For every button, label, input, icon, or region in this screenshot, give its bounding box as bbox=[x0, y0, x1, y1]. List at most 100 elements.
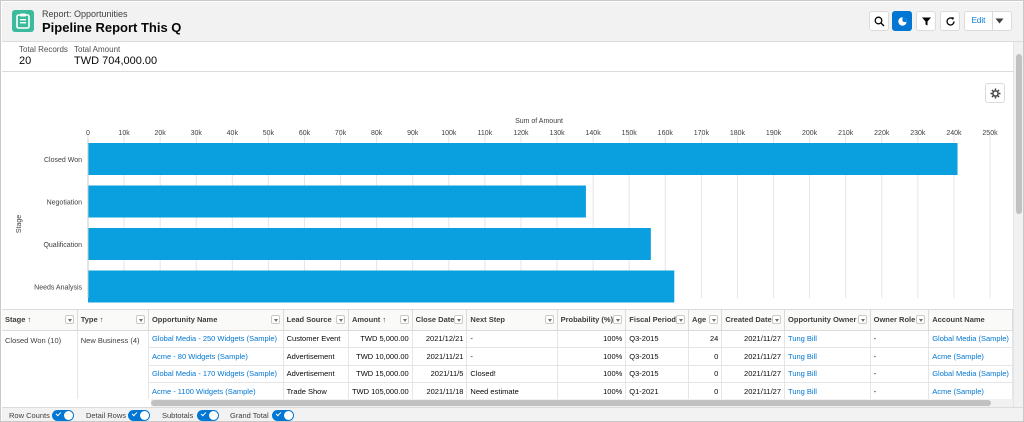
column-menu-button[interactable] bbox=[676, 315, 686, 324]
opportunity-name-link[interactable]: Global Media - 250 Widgets (Sample) bbox=[148, 330, 284, 348]
vertical-scroll-thumb[interactable] bbox=[1016, 54, 1022, 214]
close-date-cell: 2021/12/21 bbox=[412, 330, 468, 348]
grand-total-toggle[interactable] bbox=[272, 410, 294, 421]
total-records-value: 20 bbox=[19, 55, 32, 67]
refresh-icon bbox=[946, 17, 955, 26]
column-header-next-step[interactable]: Next Step bbox=[466, 310, 558, 331]
column-header-owner-role[interactable]: Owner Role bbox=[870, 310, 930, 331]
bar-chart: Sum of Amount 0 10k 20k 30k 40k 50k 60k 70k 80k 90… bbox=[16, 118, 998, 303]
y-category-label: Qualification bbox=[43, 242, 82, 249]
y-category-label: Needs Analysis bbox=[34, 285, 82, 292]
probability-cell: 100% bbox=[557, 347, 627, 366]
owner-link[interactable]: Tung Bill bbox=[784, 330, 871, 348]
column-header-lead-source[interactable]: Lead Source bbox=[283, 310, 349, 331]
bar[interactable] bbox=[88, 143, 958, 175]
x-tick-label: 220k bbox=[874, 130, 890, 137]
column-header-stage[interactable]: Stage ↑ bbox=[2, 310, 78, 331]
lead-source-cell: Advertisement bbox=[283, 347, 349, 366]
vertical-scrollbar[interactable] bbox=[1013, 42, 1023, 407]
column-menu-button[interactable] bbox=[335, 315, 345, 324]
filter-button[interactable] bbox=[916, 11, 936, 31]
column-menu-button[interactable] bbox=[916, 315, 926, 324]
owner-role-cell: - bbox=[870, 330, 930, 348]
search-button[interactable] bbox=[869, 11, 889, 31]
account-name-link[interactable]: Acme (Sample) bbox=[928, 347, 1013, 366]
chart-icon bbox=[898, 17, 907, 26]
x-tick-label: 60k bbox=[299, 130, 311, 137]
refresh-chart-button[interactable] bbox=[892, 11, 912, 31]
column-menu-button[interactable] bbox=[270, 315, 280, 324]
breadcrumb[interactable]: Report: Opportunities bbox=[42, 9, 128, 19]
check-icon bbox=[55, 410, 62, 417]
subtotals-toggle[interactable] bbox=[197, 410, 219, 421]
column-menu-button[interactable] bbox=[64, 315, 74, 324]
table-row: Acme - 1100 Widgets (Sample) Trade Show … bbox=[2, 382, 1013, 399]
owner-link[interactable]: Tung Bill bbox=[784, 347, 871, 366]
horizontal-scrollbar[interactable] bbox=[151, 399, 1013, 407]
total-amount-label: Total Amount bbox=[74, 45, 121, 54]
total-amount-value: TWD 704,000.00 bbox=[74, 55, 158, 67]
account-name-link[interactable]: Global Media (Sample) bbox=[928, 330, 1013, 348]
row-counts-toggle[interactable] bbox=[52, 410, 74, 421]
chevron-down-icon[interactable] bbox=[995, 18, 1004, 24]
column-header-close-date[interactable]: Close Date bbox=[412, 310, 468, 331]
fiscal-period-cell: Q3-2015 bbox=[625, 347, 690, 366]
x-tick-label: 180k bbox=[730, 130, 746, 137]
column-header-type[interactable]: Type ↑ bbox=[77, 310, 149, 331]
column-header-account-name[interactable]: Account Name bbox=[928, 310, 1013, 331]
column-header-probability[interactable]: Probability (%) bbox=[557, 310, 627, 331]
opportunity-name-link[interactable]: Acme - 80 Widgets (Sample) bbox=[148, 347, 284, 366]
lead-source-cell: Advertisement bbox=[283, 365, 349, 383]
edit-button[interactable]: Edit bbox=[965, 12, 993, 30]
bar[interactable] bbox=[88, 185, 586, 218]
x-tick-label: 90k bbox=[407, 130, 419, 137]
column-header-created-date[interactable]: Created Date bbox=[721, 310, 786, 331]
column-menu-button[interactable] bbox=[772, 315, 782, 324]
group-stage-cell: Closed Won (10) bbox=[2, 330, 78, 399]
grand-total-label: Grand Total bbox=[230, 411, 269, 420]
column-menu-button[interactable] bbox=[544, 315, 554, 324]
report-table: Stage ↑ Type ↑ Opportunity Name Lead Sou… bbox=[2, 310, 1013, 399]
page-title: Pipeline Report This Q bbox=[42, 20, 182, 35]
column-header-opportunity-name[interactable]: Opportunity Name bbox=[148, 310, 284, 331]
check-icon bbox=[200, 410, 207, 417]
account-name-link[interactable]: Global Media (Sample) bbox=[928, 365, 1013, 383]
horizontal-scroll-thumb[interactable] bbox=[151, 400, 991, 406]
detail-rows-toggle[interactable] bbox=[128, 410, 150, 421]
report-app-icon bbox=[12, 10, 34, 32]
x-tick-label: 0 bbox=[86, 130, 90, 137]
bar[interactable] bbox=[88, 270, 675, 303]
table-row: Acme - 80 Widgets (Sample) Advertisement… bbox=[2, 347, 1013, 366]
column-menu-button[interactable] bbox=[857, 315, 867, 324]
x-tick-label: 20k bbox=[155, 130, 167, 137]
chart-settings-button[interactable] bbox=[985, 83, 1005, 103]
column-menu-button[interactable] bbox=[399, 315, 409, 324]
opportunity-name-link[interactable]: Global Media - 170 Widgets (Sample) bbox=[148, 365, 284, 383]
created-date-cell: 2021/11/27 bbox=[721, 347, 786, 366]
fiscal-period-cell: Q3-2015 bbox=[625, 330, 690, 348]
opportunity-name-link[interactable]: Acme - 1100 Widgets (Sample) bbox=[148, 382, 284, 399]
account-name-link[interactable]: Acme (Sample) bbox=[928, 382, 1013, 399]
age-cell: 0 bbox=[688, 382, 723, 399]
column-menu-button[interactable] bbox=[709, 315, 719, 324]
owner-link[interactable]: Tung Bill bbox=[784, 382, 871, 399]
column-header-age[interactable]: Age bbox=[688, 310, 723, 331]
refresh-button[interactable] bbox=[940, 11, 960, 31]
subtotals-label: Subtotals bbox=[162, 411, 194, 420]
age-cell: 0 bbox=[688, 365, 723, 383]
column-menu-button[interactable] bbox=[135, 315, 145, 324]
owner-role-cell: - bbox=[870, 365, 930, 383]
column-menu-button[interactable] bbox=[454, 315, 464, 324]
report-table-container: Stage ↑ Type ↑ Opportunity Name Lead Sou… bbox=[2, 309, 1013, 399]
x-tick-label: 170k bbox=[694, 130, 710, 137]
column-header-fiscal-period[interactable]: Fiscal Period bbox=[625, 310, 690, 331]
column-header-opportunity-owner[interactable]: Opportunity Owner bbox=[784, 310, 871, 331]
x-tick-label: 10k bbox=[118, 130, 130, 137]
column-header-amount[interactable]: Amount ↑ bbox=[348, 310, 413, 331]
owner-link[interactable]: Tung Bill bbox=[784, 365, 871, 383]
bar[interactable] bbox=[88, 228, 651, 260]
search-icon bbox=[874, 16, 885, 27]
column-menu-button[interactable] bbox=[613, 315, 623, 324]
close-date-cell: 2021/11/21 bbox=[412, 347, 468, 366]
close-date-cell: 2021/11/18 bbox=[412, 382, 468, 399]
